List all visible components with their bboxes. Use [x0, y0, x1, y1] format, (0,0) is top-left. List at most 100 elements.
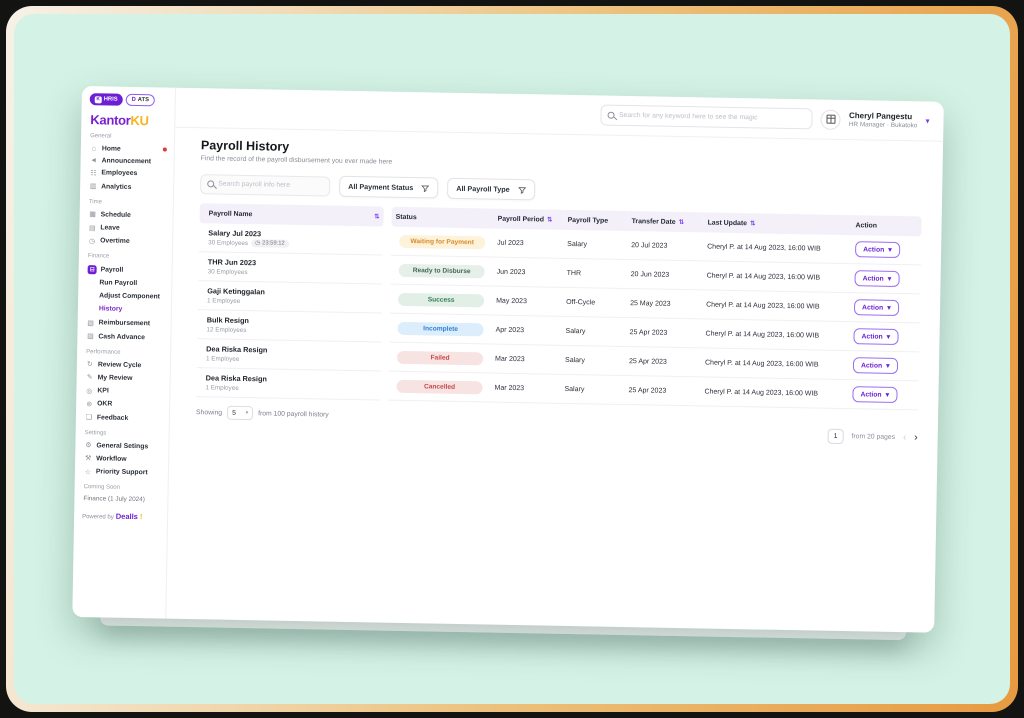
sidebar-section-title-general: General	[90, 133, 168, 140]
kantorku-mini-logo-icon: K	[95, 96, 102, 103]
cell-type: Salary	[561, 346, 626, 376]
payroll-search-input[interactable]	[218, 181, 323, 190]
sidebar-item-priority-support[interactable]: ☆Priority Support	[83, 465, 162, 480]
action-button[interactable]: Action▾	[853, 357, 898, 374]
sort-icon[interactable]: ⇅	[679, 218, 685, 226]
value-transfer: 20 Jul 2023	[631, 242, 699, 250]
sidebar-item-cash-advance[interactable]: ▨Cash Advance	[85, 330, 164, 345]
filter-icon	[518, 186, 526, 194]
action-button[interactable]: Action▾	[853, 328, 898, 345]
kantorku-logo: KantorKU	[90, 112, 168, 128]
value-transfer: 25 Apr 2023	[628, 387, 696, 395]
sidebar-section-title-time: Time	[89, 199, 167, 206]
schedule-icon: ▦	[89, 210, 97, 218]
status-badge: Waiting for Payment	[399, 234, 485, 249]
cell-action: Action▾	[850, 293, 921, 323]
action-button-label: Action	[863, 246, 884, 253]
column-header-label: Payroll Name	[209, 210, 253, 218]
value-period: Apr 2023	[496, 326, 558, 334]
okr-icon: ⊚	[85, 400, 93, 408]
reimbursement-icon: ▧	[87, 319, 95, 327]
table-body: Salary Jul 202330 Employees◷23:59:12Wait…	[196, 223, 921, 410]
status-badge: Failed	[397, 350, 483, 365]
payroll-search[interactable]	[200, 174, 330, 196]
action-button[interactable]: Action▾	[854, 299, 899, 316]
cell-period: Apr 2023	[491, 316, 562, 346]
current-page-box[interactable]: 1	[827, 429, 843, 444]
prev-page-icon[interactable]: ‹	[903, 433, 907, 443]
sidebar-item-label: KPI	[97, 387, 108, 394]
cell-period: Jun 2023	[492, 258, 563, 288]
sort-icon[interactable]: ⇅	[374, 212, 380, 220]
value-transfer: 25 May 2023	[630, 300, 698, 308]
sidebar: K HRIS D ATS KantorKU General⌂Home◄Annou…	[72, 86, 176, 619]
user-role: HR Manager · Bukatoko	[849, 121, 918, 129]
user-menu[interactable]: Cheryl Pangestu HR Manager · Bukatoko ▾	[849, 111, 930, 129]
global-search-input[interactable]	[619, 112, 806, 122]
payment-status-dropdown[interactable]: All Payment Status	[339, 176, 438, 199]
sidebar-item-overtime[interactable]: ◷Overtime	[87, 234, 166, 249]
sidebar-item-analytics[interactable]: ▥Analytics	[88, 180, 167, 195]
employees-icon: ☷	[89, 169, 97, 177]
employee-count: 30 Employees	[208, 239, 248, 247]
action-button[interactable]: Action▾	[854, 270, 899, 287]
sidebar-item-label: OKR	[97, 401, 112, 408]
action-button[interactable]: Action▾	[855, 241, 900, 258]
cell-status: Incomplete	[389, 314, 492, 345]
sidebar-item-label: Feedback	[97, 414, 128, 422]
cell-action: Action▾	[850, 264, 921, 294]
gift-button[interactable]	[821, 109, 841, 129]
table-footer: Showing 5 ▾ from 100 payroll history 1 f…	[196, 405, 918, 445]
cell-payroll-name: THR Jun 202330 Employees	[198, 252, 383, 284]
action-button[interactable]: Action▾	[852, 386, 897, 403]
tab-ats[interactable]: D ATS	[126, 94, 156, 107]
value-transfer: 25 Apr 2023	[630, 329, 698, 337]
cell-type: Salary	[560, 375, 625, 405]
value-transfer: 25 Apr 2023	[629, 358, 697, 366]
value-period: May 2023	[496, 297, 558, 305]
cell-transfer: 20 Jun 2023	[626, 260, 703, 290]
page-size-select[interactable]: 5 ▾	[227, 406, 253, 420]
sidebar-item-payroll[interactable]: ⊟Payroll	[87, 262, 166, 278]
search-icon	[207, 180, 214, 187]
sidebar-item-label: Reimbursement	[99, 320, 150, 328]
home-icon: ⌂	[90, 145, 98, 152]
sort-icon[interactable]: ⇅	[750, 219, 756, 227]
cell-update: Cheryl P. at 14 Aug 2023, 16:00 WIB	[703, 232, 852, 264]
sidebar-item-label: Workflow	[96, 455, 127, 463]
chevron-down-icon: ▾	[886, 391, 890, 399]
priority-support-icon: ☆	[84, 468, 92, 476]
cell-update: Cheryl P. at 14 Aug 2023, 16:00 WIB	[702, 290, 851, 322]
value-update: Cheryl P. at 14 Aug 2023, 16:00 WIB	[706, 330, 846, 340]
payroll-type-dropdown[interactable]: All Payroll Type	[447, 178, 535, 201]
sidebar-item-label: Employees	[101, 170, 137, 178]
tab-hris[interactable]: K HRIS	[90, 93, 123, 106]
cell-payroll-name: Dea Riska Resign1 Employee	[196, 368, 381, 400]
action-button-label: Action	[861, 333, 882, 340]
user-name: Cheryl Pangestu	[849, 111, 918, 121]
cell-status: Failed	[389, 343, 492, 374]
countdown-timer: ◷23:59:12	[251, 239, 289, 248]
column-header-label: Status	[396, 213, 417, 220]
next-page-icon[interactable]: ›	[914, 433, 918, 443]
column-header-payroll-period: Payroll Period⇅	[493, 209, 563, 230]
cell-type: Salary	[563, 230, 628, 260]
global-search[interactable]	[601, 105, 813, 130]
timer-value: 23:59:12	[262, 241, 285, 247]
sidebar-item-feedback[interactable]: ❏Feedback	[84, 411, 163, 426]
employee-count: 30 Employees	[208, 268, 248, 276]
app-window: K HRIS D ATS KantorKU General⌂Home◄Annou…	[72, 86, 944, 633]
column-header-label: Transfer Date	[632, 218, 676, 226]
cell-update: Cheryl P. at 14 Aug 2023, 16:00 WIB	[701, 319, 850, 351]
sidebar-item-label: Overtime	[100, 238, 130, 246]
cell-type: THR	[562, 259, 627, 289]
employee-count: 1 Employee	[207, 297, 240, 305]
analytics-icon: ▥	[89, 182, 97, 190]
tab-hris-label: HRIS	[104, 96, 118, 102]
sort-icon[interactable]: ⇅	[547, 216, 553, 224]
dealls-logo: Dealls	[116, 512, 138, 521]
cell-transfer: 20 Jul 2023	[627, 231, 704, 261]
value-update: Cheryl P. at 14 Aug 2023, 16:00 WIB	[707, 243, 847, 253]
payroll-subtext: 1 Employee	[206, 355, 377, 365]
payroll-subtext: 30 Employees	[208, 268, 379, 278]
